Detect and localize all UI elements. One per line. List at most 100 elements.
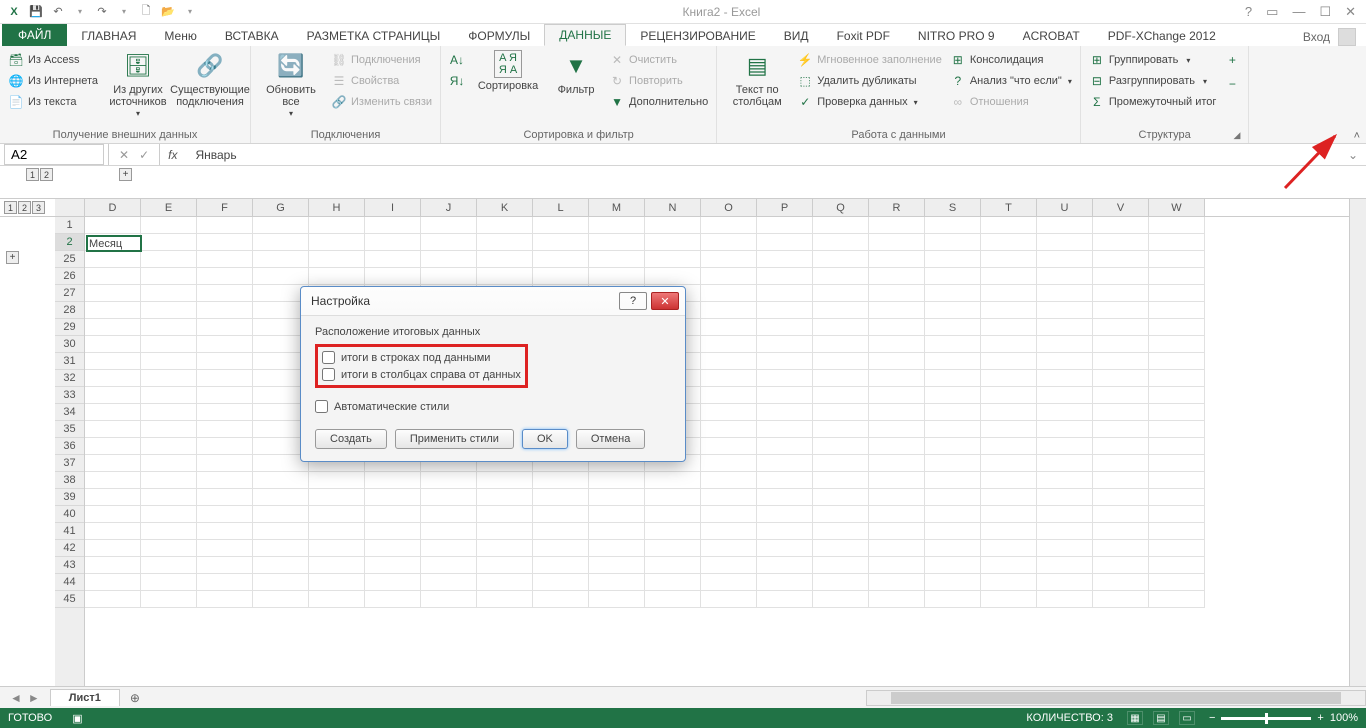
show-detail-button[interactable]: + <box>1224 50 1240 70</box>
cell[interactable] <box>869 268 925 285</box>
cell[interactable] <box>925 404 981 421</box>
tab-view[interactable]: ВИД <box>770 26 823 46</box>
cell[interactable] <box>925 370 981 387</box>
cell[interactable] <box>365 234 421 251</box>
cell[interactable] <box>533 217 589 234</box>
cell[interactable] <box>925 268 981 285</box>
existing-connections-button[interactable]: 🔗Существующие подключения <box>178 50 242 108</box>
cell[interactable] <box>757 438 813 455</box>
cell[interactable] <box>85 489 141 506</box>
row-header-1[interactable]: 1 <box>55 217 84 234</box>
cell[interactable] <box>365 540 421 557</box>
cell[interactable] <box>757 404 813 421</box>
cell[interactable] <box>253 217 309 234</box>
cell[interactable] <box>757 489 813 506</box>
tab-nitro[interactable]: NITRO PRO 9 <box>904 26 1009 46</box>
cell[interactable] <box>701 404 757 421</box>
col-header-D[interactable]: D <box>85 199 141 216</box>
cell[interactable] <box>1037 336 1093 353</box>
row-outline-expand[interactable]: + <box>6 251 19 264</box>
cell[interactable] <box>85 268 141 285</box>
maximize-icon[interactable]: ☐ <box>1319 4 1331 20</box>
cell[interactable] <box>477 523 533 540</box>
cell[interactable] <box>813 523 869 540</box>
cell[interactable] <box>925 285 981 302</box>
cell[interactable] <box>757 523 813 540</box>
cell[interactable] <box>981 404 1037 421</box>
cell[interactable] <box>1037 234 1093 251</box>
cell[interactable] <box>421 268 477 285</box>
cell[interactable] <box>757 285 813 302</box>
col-header-I[interactable]: I <box>365 199 421 216</box>
cell[interactable] <box>477 251 533 268</box>
cell[interactable] <box>645 557 701 574</box>
cell[interactable] <box>757 387 813 404</box>
cell[interactable] <box>85 523 141 540</box>
cell[interactable] <box>253 234 309 251</box>
cell[interactable] <box>869 336 925 353</box>
cell[interactable] <box>141 438 197 455</box>
cell[interactable] <box>253 251 309 268</box>
cell[interactable] <box>365 506 421 523</box>
cell[interactable] <box>477 557 533 574</box>
cell[interactable] <box>869 438 925 455</box>
cell[interactable] <box>701 438 757 455</box>
cell[interactable] <box>85 336 141 353</box>
cell[interactable] <box>197 319 253 336</box>
cell[interactable] <box>701 591 757 608</box>
cell[interactable] <box>813 506 869 523</box>
cell[interactable] <box>869 489 925 506</box>
cell[interactable] <box>701 540 757 557</box>
cell[interactable] <box>757 217 813 234</box>
cell[interactable] <box>85 438 141 455</box>
qat-undo-more-icon[interactable]: ▾ <box>72 4 88 20</box>
cell[interactable] <box>645 489 701 506</box>
tab-home[interactable]: ГЛАВНАЯ <box>67 26 150 46</box>
cell[interactable] <box>589 251 645 268</box>
cell[interactable] <box>757 472 813 489</box>
chk-cols-right[interactable] <box>322 368 335 381</box>
col-header-U[interactable]: U <box>1037 199 1093 216</box>
ok-button[interactable]: OK <box>522 429 568 449</box>
cell[interactable] <box>309 557 365 574</box>
expand-formula-icon[interactable]: ⌄ <box>1340 148 1366 162</box>
cell[interactable] <box>477 234 533 251</box>
signin-link[interactable]: Вход <box>1303 30 1330 44</box>
cell[interactable] <box>365 557 421 574</box>
cell[interactable] <box>869 387 925 404</box>
chk-rows-below[interactable] <box>322 351 335 364</box>
cell[interactable] <box>813 353 869 370</box>
cell[interactable] <box>869 455 925 472</box>
cell[interactable] <box>589 540 645 557</box>
cell[interactable] <box>1037 540 1093 557</box>
cell[interactable] <box>1149 285 1205 302</box>
cell[interactable] <box>253 472 309 489</box>
cell[interactable] <box>757 540 813 557</box>
cell[interactable] <box>1037 557 1093 574</box>
cell[interactable] <box>925 455 981 472</box>
cell[interactable] <box>85 370 141 387</box>
qat-redo-icon[interactable]: ↷ <box>94 4 110 20</box>
tab-file[interactable]: ФАЙЛ <box>2 24 67 46</box>
cell[interactable] <box>197 251 253 268</box>
cell[interactable] <box>1149 591 1205 608</box>
cell[interactable] <box>1149 506 1205 523</box>
row-header-34[interactable]: 34 <box>55 404 84 421</box>
row-header-37[interactable]: 37 <box>55 455 84 472</box>
col-header-T[interactable]: T <box>981 199 1037 216</box>
cell[interactable] <box>309 574 365 591</box>
sheet-tab-1[interactable]: Лист1 <box>50 689 120 706</box>
cell[interactable] <box>477 506 533 523</box>
zoom-in-icon[interactable]: + <box>1317 712 1323 724</box>
cell[interactable] <box>141 336 197 353</box>
cell[interactable] <box>925 489 981 506</box>
cell[interactable] <box>141 506 197 523</box>
cell[interactable] <box>141 455 197 472</box>
cell[interactable] <box>85 455 141 472</box>
ungroup-button[interactable]: ⊟Разгруппировать▾ <box>1089 71 1217 91</box>
cell[interactable] <box>477 540 533 557</box>
cell[interactable] <box>981 387 1037 404</box>
cell[interactable] <box>981 557 1037 574</box>
tab-formulas[interactable]: ФОРМУЛЫ <box>454 26 544 46</box>
cell[interactable] <box>365 591 421 608</box>
